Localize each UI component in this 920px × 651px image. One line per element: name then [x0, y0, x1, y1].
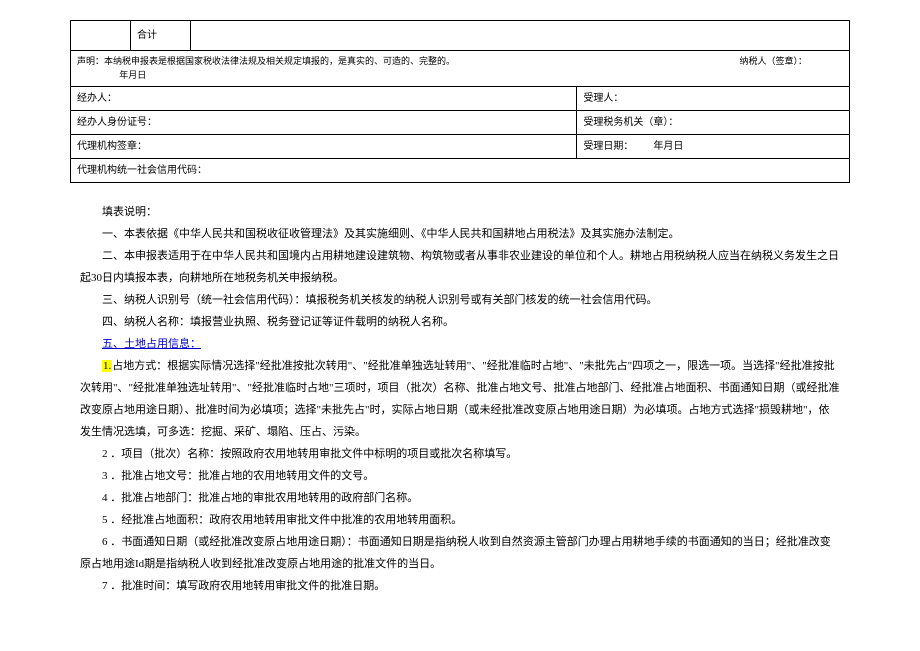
- accept-org-cell: 受理税务机关（章）：: [577, 111, 850, 135]
- instruction-item-4: 四、纳税人名称：填报营业执照、税务登记证等证件载明的纳税人名称。: [80, 311, 840, 333]
- declaration-cell: 声明：本纳税申报表是根据国家税收法律法规及相关规定填报的，是真实的、可造的、完整…: [71, 51, 850, 87]
- accept-date-cell: 受理日期： 年月日: [577, 135, 850, 159]
- agent-sig-row: 代理机构签章： 受理日期： 年月日: [71, 135, 850, 159]
- agent-code-row: 代理机构统一社会信用代码：: [71, 159, 850, 183]
- empty-cell: [191, 21, 850, 51]
- instruction-item-2: 二、本申报表适用于在中华人民共和国境内占用耕地建设建筑物、构筑物或者从事非农业建…: [80, 245, 840, 289]
- item-5-1-text: 占地方式：根据实际情况选择"经批准按批次转用"、"经批准单独选址转用"、"经批准…: [80, 360, 839, 438]
- declaration-row: 声明：本纳税申报表是根据国家税收法律法规及相关规定填报的，是真实的、可造的、完整…: [71, 51, 850, 87]
- taxpayer-signature-label: 纳税人（签章）：: [740, 56, 808, 66]
- instruction-item-5: 五、土地占用信息：: [80, 333, 840, 355]
- instruction-item-1: 一、本表依据《中华人民共和国税收征收管理法》及其实施细则、《中华人民共和国耕地占…: [80, 223, 840, 245]
- agent-sig-cell: 代理机构签章：: [71, 135, 577, 159]
- instruction-item-5-6: 6 ．书面通知日期（或经批准改变原占地用途日期）：书面通知日期是指纳税人收到自然…: [80, 531, 840, 575]
- accept-date-label: 受理日期：: [583, 141, 633, 152]
- heji-cell: 合计: [131, 21, 191, 51]
- handler-id-row: 经办人身份证号： 受理税务机关（章）：: [71, 111, 850, 135]
- section-five-text: 五、土地占用信息：: [102, 338, 201, 350]
- instruction-item-5-7: 7 ．批准时间：填写政府农用地转用审批文件的批准日期。: [80, 575, 840, 597]
- date-label: 年月日: [119, 70, 146, 80]
- highlight-marker: 1.: [102, 360, 112, 372]
- instruction-item-5-1: 1.占地方式：根据实际情况选择"经批准按批次转用"、"经批准单独选址转用"、"经…: [80, 355, 840, 443]
- form-table: 合计 声明：本纳税申报表是根据国家税收法律法规及相关规定填报的，是真实的、可造的…: [70, 20, 850, 183]
- instruction-item-5-3: 3 ．批准占地文号：批准占地的农用地转用文件的文号。: [80, 465, 840, 487]
- instruction-item-5-5: 5 ．经批准占地面积：政府农用地转用审批文件中批准的农用地转用面积。: [80, 509, 840, 531]
- handler-cell: 经办人：: [71, 87, 577, 111]
- declaration-text: 声明：本纳税申报表是根据国家税收法律法规及相关规定填报的，是真实的、可造的、完整…: [77, 56, 455, 66]
- acceptor-cell: 受理人：: [577, 87, 850, 111]
- instruction-item-5-2: 2 ．项目（批次）名称：按照政府农用地转用审批文件中标明的项目或批次名称填写。: [80, 443, 840, 465]
- empty-cell: [71, 21, 131, 51]
- accept-date-value: 年月日: [653, 141, 683, 152]
- instruction-item-5-4: 4 ．批准占地部门：批准占地的审批农用地转用的政府部门名称。: [80, 487, 840, 509]
- total-row: 合计: [71, 21, 850, 51]
- instruction-item-3: 三、纳税人识别号（统一社会信用代码）：填报税务机关核发的纳税人识别号或有关部门核…: [80, 289, 840, 311]
- handler-row: 经办人： 受理人：: [71, 87, 850, 111]
- handler-id-cell: 经办人身份证号：: [71, 111, 577, 135]
- agent-code-cell: 代理机构统一社会信用代码：: [71, 159, 850, 183]
- instructions-section: 填表说明： 一、本表依据《中华人民共和国税收征收管理法》及其实施细则、《中华人民…: [70, 201, 850, 597]
- instructions-title: 填表说明：: [80, 201, 840, 223]
